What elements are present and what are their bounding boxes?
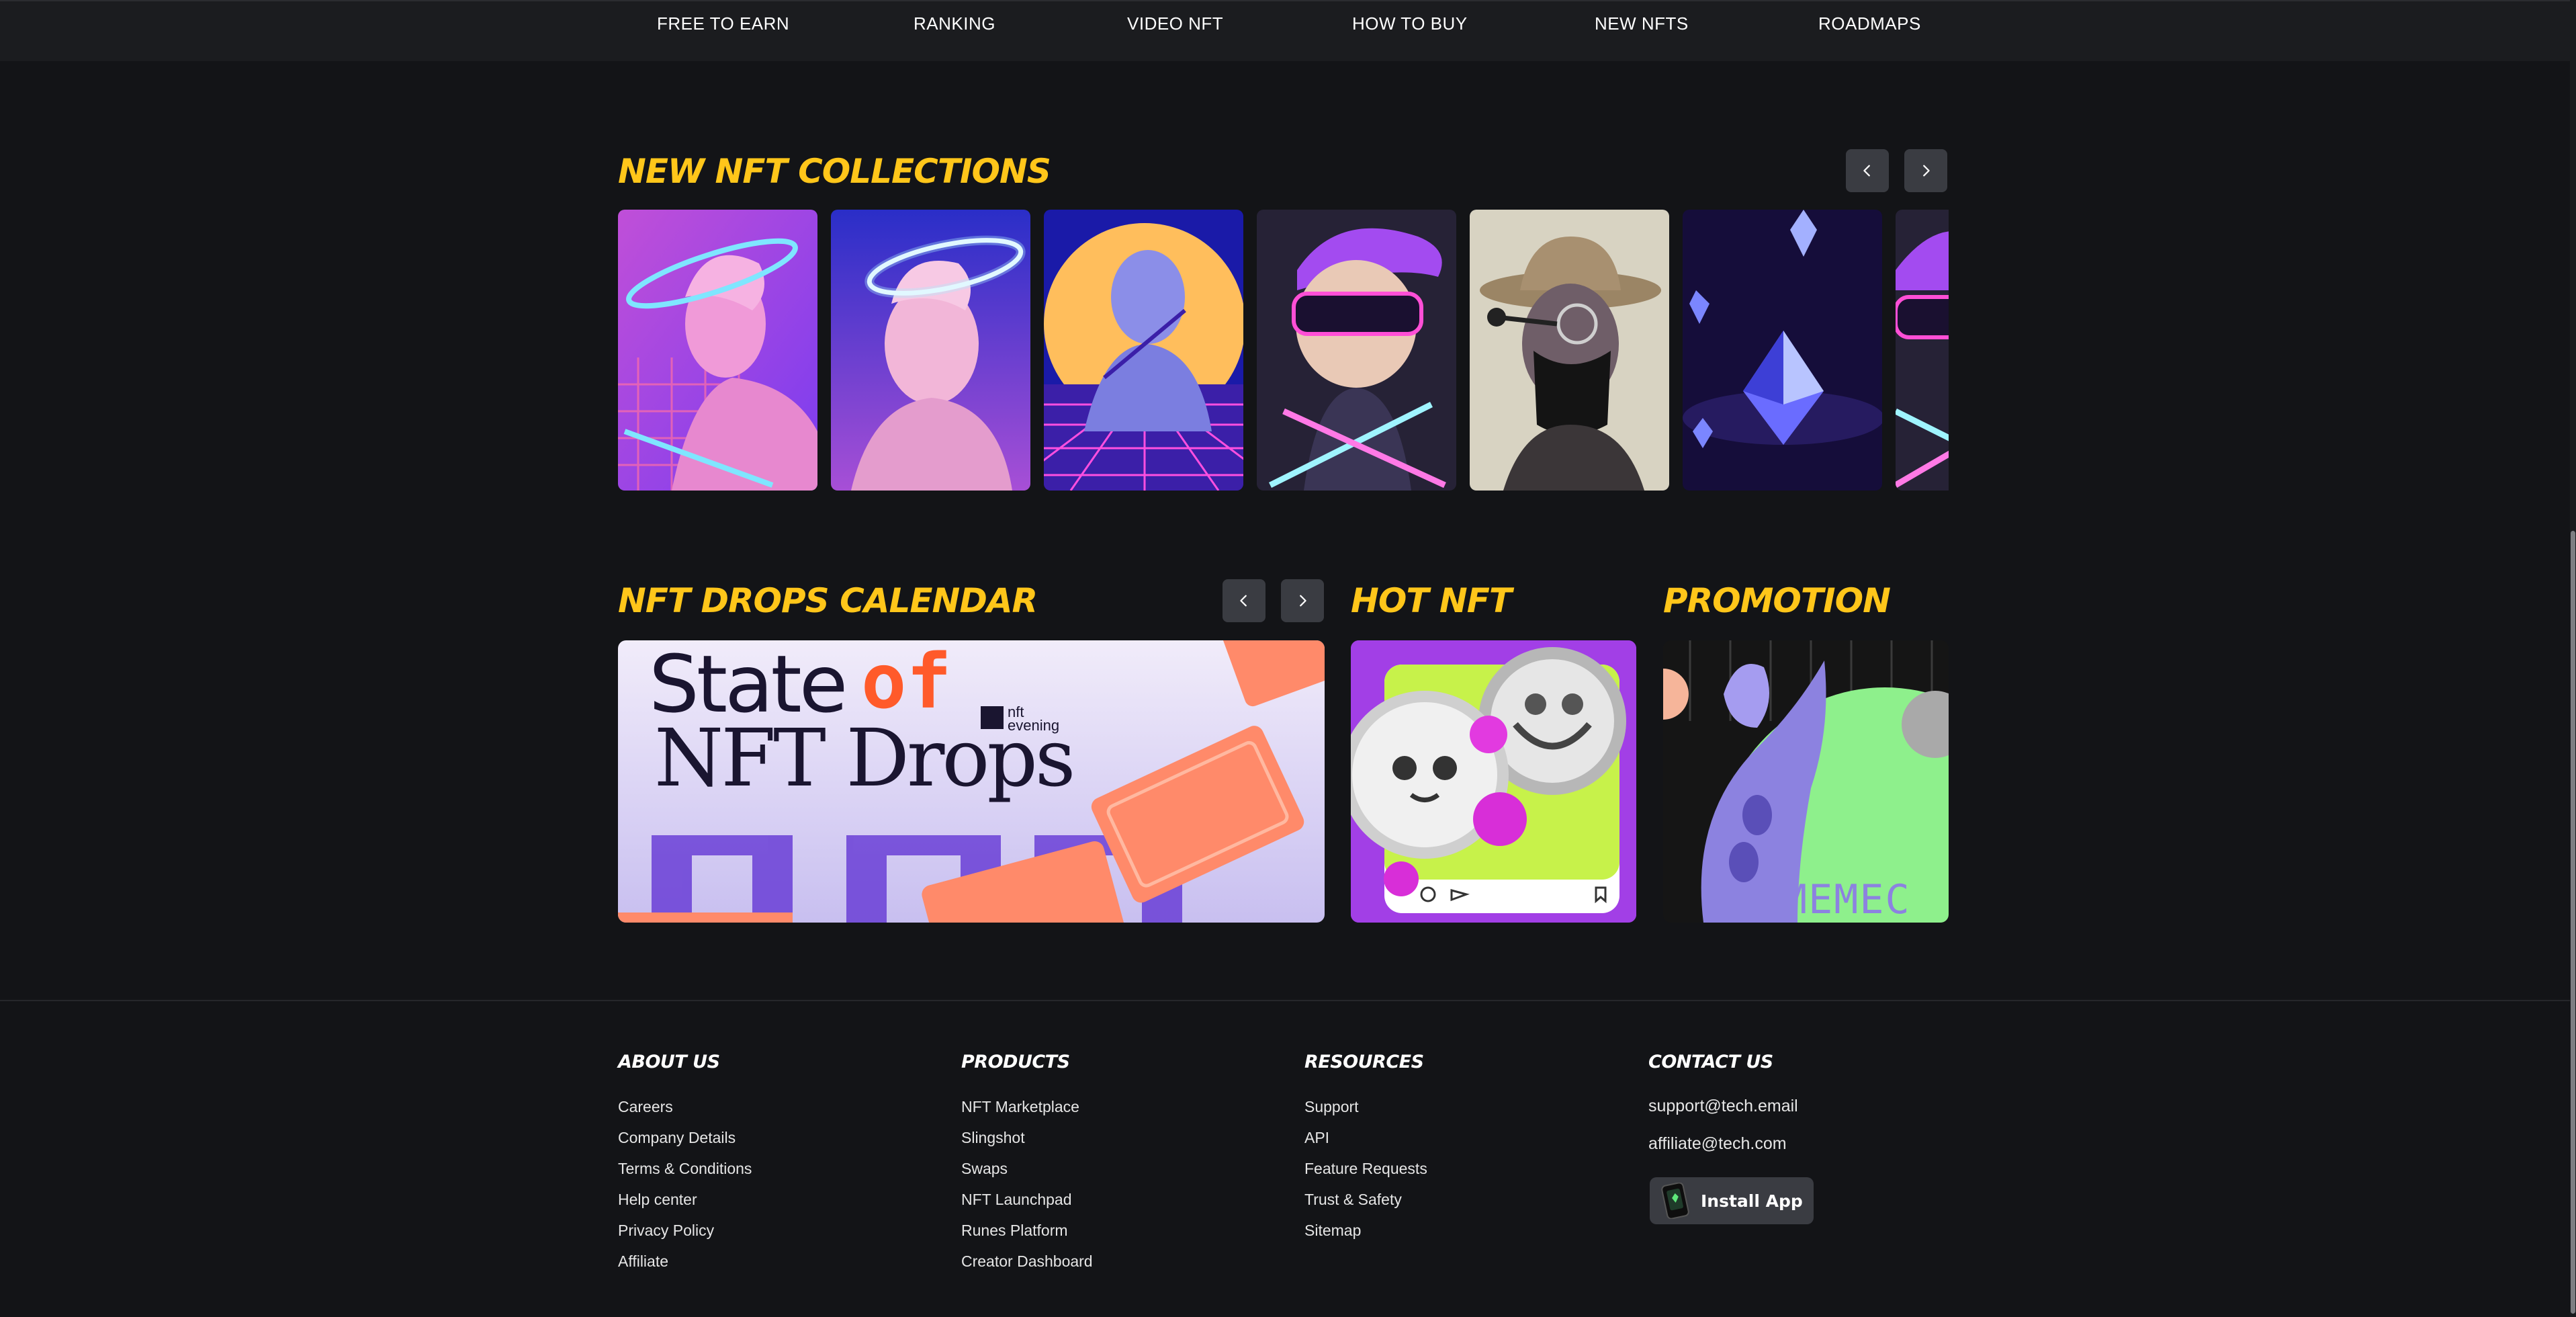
collection-card[interactable] bbox=[1257, 210, 1456, 491]
collection-card[interactable] bbox=[1896, 210, 1949, 491]
footer-link-runes-platform[interactable]: Runes Platform bbox=[961, 1222, 1068, 1240]
collection-card[interactable] bbox=[831, 210, 1030, 491]
footer-link-affiliate[interactable]: Affiliate bbox=[618, 1252, 668, 1271]
contact-support-email[interactable]: support@tech.email bbox=[1648, 1097, 1798, 1116]
promotion-title: PROMOTION bbox=[1663, 581, 1891, 620]
drops-prev-button[interactable] bbox=[1223, 579, 1265, 622]
footer-link-creator-dashboard[interactable]: Creator Dashboard bbox=[961, 1252, 1093, 1271]
top-nav: FREE TO EARN RANKING VIDEO NFT HOW TO BU… bbox=[0, 0, 2570, 61]
footer-link-company-details[interactable]: Company Details bbox=[618, 1129, 736, 1147]
retro-bust-image bbox=[1044, 210, 1243, 491]
collection-card[interactable] bbox=[1044, 210, 1243, 491]
collections-carousel bbox=[618, 210, 1949, 491]
statue-neon-image bbox=[618, 210, 817, 491]
chevron-right-icon bbox=[1300, 595, 1306, 607]
contact-affiliate-email[interactable]: affiliate@tech.com bbox=[1648, 1134, 1787, 1154]
install-app-label: Install App bbox=[1701, 1191, 1803, 1211]
promotion-card[interactable]: MEMEC bbox=[1663, 640, 1949, 923]
hot-nft-card[interactable] bbox=[1351, 640, 1636, 923]
footer-divider bbox=[0, 1000, 2570, 1001]
footer-link-slingshot[interactable]: Slingshot bbox=[961, 1129, 1025, 1147]
collections-next-button[interactable] bbox=[1904, 149, 1947, 192]
hot-nft-title: HOT NFT bbox=[1351, 581, 1512, 620]
scrollbar-thumb[interactable] bbox=[2571, 531, 2575, 1314]
nft-drops-calendar-title: NFT DROPS CALENDAR bbox=[618, 581, 1038, 620]
nav-item-video-nft[interactable]: VIDEO NFT bbox=[1127, 13, 1223, 34]
bust-halo-image bbox=[831, 210, 1030, 491]
collection-card[interactable] bbox=[1683, 210, 1882, 491]
nav-item-new-nfts[interactable]: NEW NFTS bbox=[1595, 13, 1689, 34]
footer-link-help-center[interactable]: Help center bbox=[618, 1191, 697, 1209]
footer-link-feature-requests[interactable]: Feature Requests bbox=[1304, 1160, 1427, 1178]
nft-drops-banner[interactable]: State of NFT Drops nft evening bbox=[618, 640, 1325, 923]
nav-item-roadmaps[interactable]: ROADMAPS bbox=[1818, 13, 1921, 34]
nftevening-logo-icon bbox=[981, 706, 1004, 729]
page: FREE TO EARN RANKING VIDEO NFT HOW TO BU… bbox=[0, 0, 2576, 1317]
chevron-left-icon bbox=[1863, 165, 1870, 177]
chevron-left-icon bbox=[1240, 595, 1247, 607]
drops-next-button[interactable] bbox=[1281, 579, 1324, 622]
footer-link-nft-marketplace[interactable]: NFT Marketplace bbox=[961, 1098, 1079, 1116]
masked-figure-image bbox=[1470, 210, 1669, 491]
promotion-banner-text: MEMEC bbox=[1783, 876, 1911, 923]
collection-card[interactable] bbox=[1470, 210, 1669, 491]
footer-link-sitemap[interactable]: Sitemap bbox=[1304, 1222, 1361, 1240]
footer-contact-title: CONTACT US bbox=[1648, 1052, 1773, 1072]
vr-character-image bbox=[1896, 210, 1949, 491]
hot-nft-artwork bbox=[1351, 640, 1636, 923]
footer-about-title: ABOUT US bbox=[618, 1052, 720, 1072]
footer-link-nft-launchpad[interactable]: NFT Launchpad bbox=[961, 1191, 1072, 1209]
chevron-right-icon bbox=[1923, 165, 1930, 177]
phone-icon bbox=[1661, 1183, 1689, 1219]
crystal-image bbox=[1683, 210, 1882, 491]
footer-link-support[interactable]: Support bbox=[1304, 1098, 1359, 1116]
vr-character-image bbox=[1257, 210, 1456, 491]
footer-link-swaps[interactable]: Swaps bbox=[961, 1160, 1008, 1178]
footer-link-privacy[interactable]: Privacy Policy bbox=[618, 1222, 714, 1240]
footer-link-api[interactable]: API bbox=[1304, 1129, 1329, 1147]
collection-card[interactable] bbox=[618, 210, 817, 491]
nav-item-free-to-earn[interactable]: FREE TO EARN bbox=[657, 13, 789, 34]
banner-title-of: of bbox=[861, 640, 952, 726]
nav-item-ranking[interactable]: RANKING bbox=[914, 13, 995, 34]
footer-products-title: PRODUCTS bbox=[961, 1052, 1070, 1072]
footer-resources-title: RESOURCES bbox=[1304, 1052, 1424, 1072]
install-app-button[interactable]: Install App bbox=[1650, 1177, 1814, 1224]
banner-brand-bottom: evening bbox=[1008, 717, 1060, 734]
nav-item-how-to-buy[interactable]: HOW TO BUY bbox=[1352, 13, 1468, 34]
footer-link-careers[interactable]: Careers bbox=[618, 1098, 673, 1116]
new-nft-collections-title: NEW NFT COLLECTIONS bbox=[618, 152, 1051, 191]
collections-prev-button[interactable] bbox=[1846, 149, 1889, 192]
footer-link-trust-safety[interactable]: Trust & Safety bbox=[1304, 1191, 1402, 1209]
footer-link-terms[interactable]: Terms & Conditions bbox=[618, 1160, 752, 1178]
